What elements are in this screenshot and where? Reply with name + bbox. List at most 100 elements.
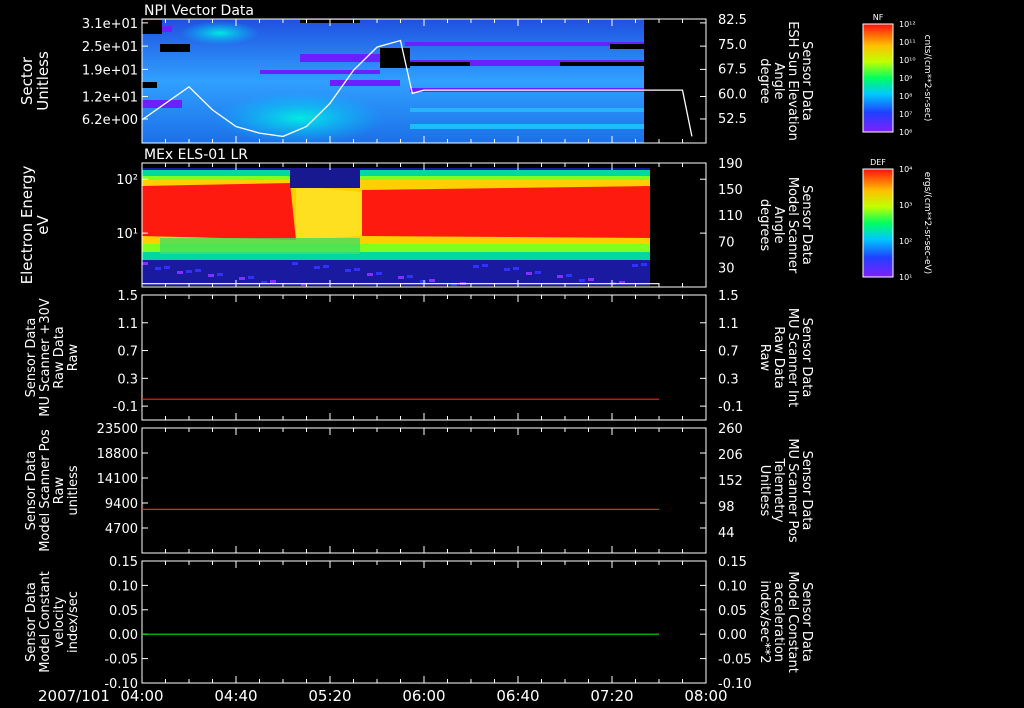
panel-5-right-tick-label: -0.05 [718,653,752,668]
els-heatmap-speckle [429,279,435,282]
colorbar-1-tick-label: 10⁹ [899,74,912,83]
time-tick-label: 07:20 [590,687,633,705]
panel-1-right-tick-label: 52.5 [718,112,747,127]
panel-5-left-tick-label: 0.15 [109,555,138,570]
els-heatmap-speckle [588,278,594,281]
panel-1-right-tick-label: 75.0 [718,38,747,53]
panel-3-frame [141,294,707,421]
panel-4-left-axis-label: Sensor Data [24,451,39,531]
panel-2-right-tick-label: 190 [718,157,743,172]
panel-1-left-tick-label: 3.1e+01 [82,17,138,32]
panel-5-left-tick-label: 0.10 [109,579,138,594]
panel-2-right-axis-label: Model Scanner [785,177,800,274]
els-heatmap-speckle [632,264,638,267]
panel-5-left-tick-label: 0.00 [109,628,138,643]
panel-3-right-axis-label: Sensor Data [799,318,814,398]
panel-2-right-tick-label: 70 [718,235,735,250]
els-heatmap-speckle [473,265,479,268]
npi-heatmap-band [260,70,380,74]
time-tick-label: 06:00 [402,687,445,705]
colorbar-1 [862,23,894,133]
panel-4-right-tick-label: 260 [718,422,743,437]
els-heatmap-speckle [376,272,382,275]
panel-4-left-tick-label: 14100 [97,472,138,487]
npi-heatmap-band [142,100,182,108]
panel-3-right-tick-label: 0.7 [718,345,739,360]
panel-5-right-tick-label: 0.00 [718,628,747,643]
panel-4-right-axis-label: Unitless [757,465,772,517]
panel-2-right-tick-label: 30 [718,261,735,276]
panel-5-left-axis-label: Sensor Data [24,582,39,662]
panel-5-right-tick-label: 0.15 [718,555,747,570]
panel-2-right-tick-label: 110 [718,209,743,224]
npi-heatmap-band [330,80,400,86]
panel-3-left-axis-label: MU Scanner +30V [38,298,53,417]
panel-4-right-axis-label: Sensor Data [799,451,814,531]
panel-2-left-tick-label: 10¹ [116,227,138,242]
els-heatmap-speckle [535,271,541,274]
colorbar-2-unit-label: ergs/(cm**2-sr-sec-eV) [922,172,932,274]
els-heatmap-speckle [186,270,192,273]
panel-5-left-axis-label: velocity [52,596,67,647]
panel-5-right-axis-label: acceleration [771,582,786,662]
els-heatmap-speckle [248,276,254,279]
els-heatmap-speckle [513,267,519,270]
els-heatmap-speckle [208,274,214,277]
els-heatmap-speckle [164,266,170,269]
panel-1-left-tick-label: 6.2e+00 [82,113,138,128]
els-heatmap-speckle [504,268,510,271]
panel-5-right-axis-label: Model Constant [785,571,800,673]
els-heatmap-speckle [579,279,585,282]
panel-5-right-tick-label: 0.10 [718,579,747,594]
panel-5-right-tick-label: 0.05 [718,604,747,619]
panel-3-left-axis-label: Sensor Data [24,318,39,398]
panel-4-right-axis-label: Telemetry [771,457,786,522]
panel-1-title: NPI Vector Data [144,3,254,19]
panel-2-right-tick-label: 150 [718,183,743,198]
panel-3-right-axis-label: Raw [757,344,772,372]
panel-4-left-tick-label: 23500 [97,422,138,437]
npi-heatmap-bright-region [215,92,385,144]
panel-5-left-tick-label: 0.05 [109,604,138,619]
panel-1-left-tick-label: 2.5e+01 [82,40,138,55]
els-heatmap-speckle [323,265,329,268]
time-tick-label: 05:20 [308,687,351,705]
npi-heatmap-gap [160,44,190,52]
panel-2-right-axis-label: Angle [771,207,786,244]
panel-5-frame [141,560,707,684]
panel-4-left-tick-label: 18800 [97,447,138,462]
colorbar-1-unit-label: cnts/(cm**2-sr-sec) [922,35,932,122]
els-heatmap-speckle [482,264,488,267]
colorbar-1-tick-label: 10¹⁰ [899,56,916,65]
panel-2-right-axis-label: degrees [757,199,772,252]
panel-4-right-tick-label: 152 [718,474,743,489]
els-heatmap-layer [160,238,360,254]
panel-4-left-axis-label: Raw [52,476,67,504]
colorbar-1-tick-label: 10¹¹ [899,38,916,47]
time-tick-label: 08:00 [684,687,727,705]
npi-heatmap-gap [142,20,162,34]
els-heatmap-speckle [177,271,183,274]
panel-3-left-axis-label: Raw Data [52,326,67,389]
panel-4-right-axis-label: MU Scanner Pos [785,438,800,543]
els-heatmap-speckle [641,263,647,266]
colorbar-2-tick-label: 10² [899,237,912,246]
panel-3-left-tick-label: -0.1 [113,400,138,415]
els-heatmap-speckle [354,268,360,271]
panel-3-right-axis-label: Raw Data [771,326,786,389]
npi-heatmap-gap [142,82,157,88]
panel-3-right-tick-label: 1.1 [718,317,739,332]
panel-2-left-axis-label: eV [34,215,52,235]
panel-3-left-tick-label: 0.7 [117,345,138,360]
els-heatmap-speckle [557,275,563,278]
colorbar-2-tick-label: 10³ [899,201,912,210]
panel-3-right-axis-label: MU Scanner Int [785,308,800,407]
els-heatmap-transition [296,186,362,240]
panel-5-left-tick-label: -0.05 [104,653,138,668]
colorbar-2-title: DEF [870,158,886,167]
panel-1-left-tick-label: 1.9e+01 [82,63,138,78]
panel-3-right-tick-label: -0.1 [718,400,743,415]
panel-3-left-tick-label: 0.3 [117,372,138,387]
els-heatmap-speckle [217,273,223,276]
panel-4-left-axis-label: Model Scanner Pos [38,429,53,552]
